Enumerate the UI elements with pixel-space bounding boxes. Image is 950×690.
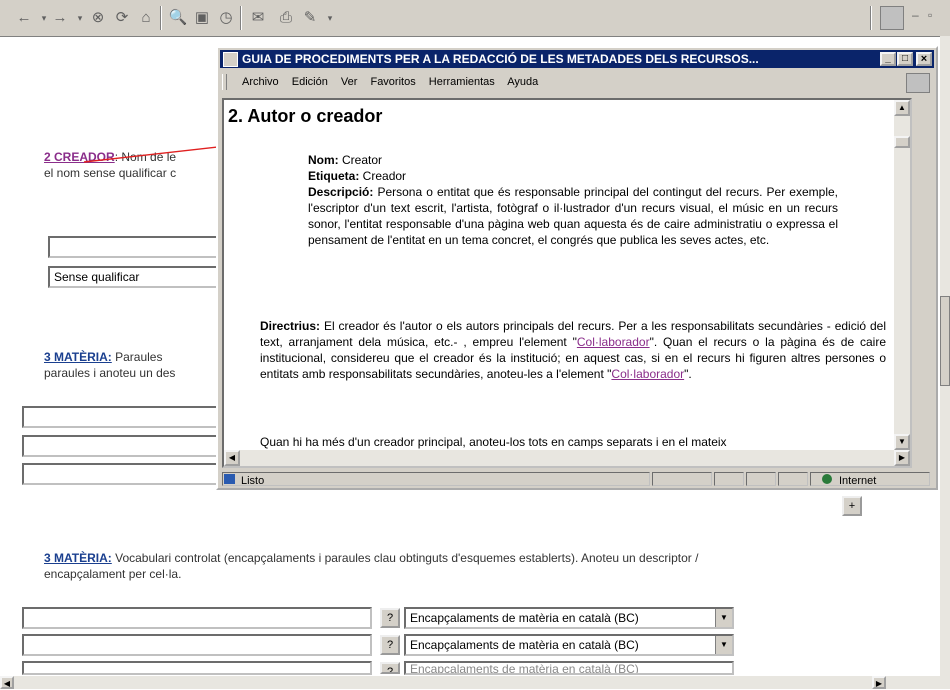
minimize-icon[interactable]: – — [912, 8, 919, 22]
popup-vertical-scrollbar[interactable]: ▲ ▼ — [894, 100, 910, 450]
materia-section: 3 MATÈRIA: Paraules — [44, 350, 162, 364]
ie-logo-icon — [906, 73, 930, 93]
status-panel — [652, 472, 712, 486]
descriptor-input-2[interactable] — [22, 634, 372, 656]
definition-block: Nom: Creator Etiqueta: Creador Descripci… — [308, 152, 838, 248]
chevron-down-icon[interactable]: ▼ — [715, 609, 732, 627]
section-heading: 2. Autor o creador — [228, 106, 383, 126]
etiqueta-value: Creador — [359, 169, 407, 183]
nom-label: Nom: — [308, 153, 339, 167]
edit-dropdown-icon[interactable]: ▾ — [320, 8, 340, 28]
materia-input-1[interactable] — [22, 406, 220, 428]
creador-input[interactable] — [48, 236, 220, 258]
toolbar-separator — [240, 6, 242, 30]
popup-minimize-button[interactable]: _ — [880, 52, 896, 66]
print-icon[interactable]: ⎙ — [276, 8, 296, 28]
quan-text: Quan hi ha més d'un creador principal, a… — [260, 435, 727, 449]
edit-icon[interactable]: ✎ — [300, 8, 320, 28]
materia-link[interactable]: 3 MATÈRIA: — [44, 350, 112, 364]
forward-icon[interactable]: → — [50, 8, 70, 28]
popup-horizontal-scrollbar[interactable]: ◀ ▶ — [224, 450, 910, 466]
popup-titlebar[interactable]: GUIA DE PROCEDIMENTS PER A LA REDACCIÓ D… — [220, 50, 934, 68]
popup-maximize-button[interactable]: □ — [897, 52, 913, 66]
popup-content: 2. Autor o creador Nom: Creator Etiqueta… — [222, 98, 912, 468]
scroll-left-icon[interactable]: ◀ — [0, 676, 14, 689]
status-text: Listo — [222, 472, 650, 487]
heading-select-1[interactable]: Encapçalaments de matèria en català (BC)… — [404, 607, 734, 629]
menu-archivo[interactable]: Archivo — [242, 76, 279, 88]
history-icon[interactable]: ◷ — [216, 8, 236, 28]
scroll-up-icon[interactable]: ▲ — [894, 100, 910, 116]
materia-text: Paraules — [111, 350, 163, 364]
status-panel — [714, 472, 744, 486]
home-icon[interactable]: ⌂ — [136, 8, 156, 28]
scroll-down-icon[interactable]: ▼ — [894, 434, 910, 450]
toolbar-separator — [160, 6, 162, 30]
restore-icon[interactable]: ▫ — [928, 8, 932, 22]
materia-text-line2: paraules i anoteu un des — [44, 366, 176, 380]
etiqueta-label: Etiqueta: — [308, 169, 360, 183]
page-scrollbar-thumb[interactable] — [940, 296, 950, 386]
forward-dropdown-icon[interactable]: ▾ — [70, 8, 90, 28]
menu-edicion[interactable]: Edición — [292, 76, 328, 88]
toolbar-separator — [870, 6, 872, 30]
menu-favoritos[interactable]: Favoritos — [370, 76, 415, 88]
page-vertical-scrollbar[interactable] — [940, 36, 950, 676]
popup-menubar: Archivo Edición Ver Favoritos Herramient… — [220, 70, 934, 94]
scroll-right-icon[interactable]: ▶ — [872, 676, 886, 689]
popup-title: GUIA DE PROCEDIMENTS PER A LA REDACCIÓ D… — [242, 52, 759, 66]
descripcio-value: Persona o entitat que és responsable pri… — [308, 185, 838, 247]
collaborador-link-1[interactable]: Col·laborador — [577, 335, 650, 349]
heading-select-3[interactable]: Encapçalaments de matèria en català (BC) — [404, 661, 734, 675]
stop-icon[interactable]: ⊗ — [88, 8, 108, 28]
browser-toolbar: ← ▾ → ▾ ⊗ ⟳ ⌂ 🔍 ▣ ◷ ✉ ⎙ ✎ ▾ – ▫ — [0, 0, 950, 37]
descriptor-input-1[interactable] — [22, 607, 372, 629]
scroll-right-icon[interactable]: ▶ — [894, 450, 910, 466]
directrius-block: Directrius: El creador és l'autor o els … — [260, 318, 886, 382]
help-button-2[interactable]: ? — [380, 635, 400, 655]
materia2-section: 3 MATÈRIA: Vocabulari controlat (encapça… — [44, 550, 924, 582]
menu-herramientas[interactable]: Herramientas — [429, 76, 495, 88]
help-button-1[interactable]: ? — [380, 608, 400, 628]
back-icon[interactable]: ← — [14, 8, 34, 28]
popup-scrollbar-thumb[interactable] — [894, 136, 910, 148]
collaborador-link-2[interactable]: Col·laborador — [611, 367, 684, 381]
popup-statusbar: Listo Internet — [220, 472, 934, 488]
refresh-icon[interactable]: ⟳ — [112, 8, 132, 28]
add-button[interactable]: + — [842, 496, 862, 516]
materia2-link[interactable]: 3 MATÈRIA: — [44, 551, 112, 565]
scroll-left-icon[interactable]: ◀ — [224, 450, 240, 466]
heading-select-2[interactable]: Encapçalaments de matèria en català (BC)… — [404, 634, 734, 656]
heading-select-1-value: Encapçalaments de matèria en català (BC) — [410, 611, 639, 625]
ie-logo-icon — [880, 6, 904, 30]
page-horizontal-scrollbar[interactable]: ◀ ▶ — [0, 676, 950, 689]
search-icon[interactable]: 🔍 — [168, 8, 188, 28]
status-panel — [778, 472, 808, 486]
nom-value: Creator — [338, 153, 383, 167]
globe-icon — [822, 474, 832, 484]
menu-grip — [222, 74, 227, 90]
ie-page-icon — [223, 52, 238, 67]
descriptor-input-3[interactable] — [22, 661, 372, 675]
heading-select-3-value: Encapçalaments de matèria en català (BC) — [410, 662, 639, 675]
materia2-text-line2: encapçalament per cel·la. — [44, 567, 182, 581]
directrius-label: Directrius: — [260, 319, 321, 333]
page-done-icon — [224, 474, 235, 484]
materia-input-3[interactable] — [22, 463, 220, 485]
mail-icon[interactable]: ✉ — [248, 8, 268, 28]
popup-close-button[interactable]: × — [916, 52, 932, 66]
status-panel — [746, 472, 776, 486]
menu-ayuda[interactable]: Ayuda — [507, 76, 538, 88]
materia-input-2[interactable] — [22, 435, 220, 457]
materia2-text: Vocabulari controlat (encapçalaments i p… — [111, 551, 699, 565]
qualifier-select[interactable]: Sense qualificar — [48, 266, 220, 288]
heading-select-2-value: Encapçalaments de matèria en català (BC) — [410, 638, 639, 652]
chevron-down-icon[interactable]: ▼ — [715, 636, 732, 654]
descripcio-label: Descripció: — [308, 185, 374, 199]
directrius-text-c: ". — [684, 367, 692, 381]
menu-ver[interactable]: Ver — [341, 76, 358, 88]
help-button-3[interactable]: ? — [380, 662, 400, 674]
favorites-icon[interactable]: ▣ — [192, 8, 212, 28]
popup-window: GUIA DE PROCEDIMENTS PER A LA REDACCIÓ D… — [216, 46, 938, 490]
